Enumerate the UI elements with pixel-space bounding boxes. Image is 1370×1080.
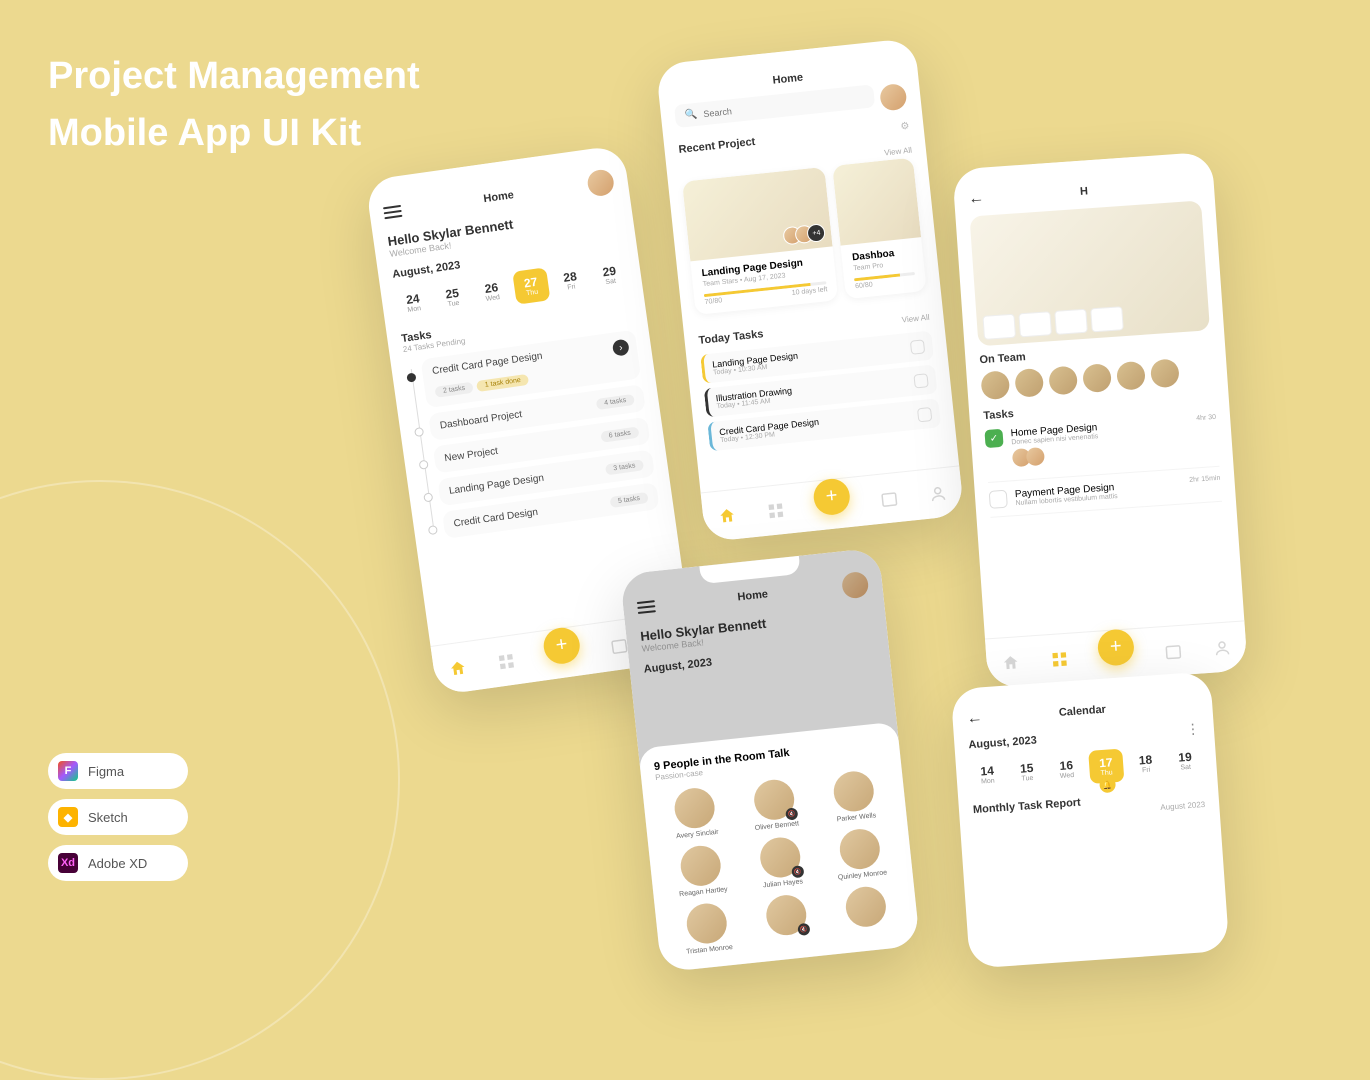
home-icon[interactable]: [1001, 653, 1020, 672]
team-avatar[interactable]: [1048, 366, 1078, 396]
page-title: Home: [483, 189, 515, 205]
fab-add-button[interactable]: +: [1097, 628, 1135, 666]
bottom-nav: +: [701, 465, 965, 542]
checkbox[interactable]: [910, 339, 925, 354]
team-avatar[interactable]: [1082, 363, 1112, 393]
page-title: H: [1080, 185, 1089, 198]
date-cell[interactable]: 18Fri: [1128, 746, 1164, 781]
team-avatar[interactable]: [1116, 361, 1146, 391]
date-cell[interactable]: 24Mon: [394, 284, 432, 321]
thumbnail[interactable]: [1054, 309, 1088, 335]
checkbox[interactable]: [913, 373, 928, 388]
legend-sketch: ◆ Sketch: [48, 799, 188, 835]
profile-icon[interactable]: [1212, 638, 1231, 657]
today-section-title: Today Tasks: [698, 328, 764, 347]
fab-add-button[interactable]: +: [541, 625, 582, 666]
month-label: August, 2023: [968, 734, 1037, 751]
phone-project-detail: ← H On Team Tasks ✓ Home Page Desig: [952, 152, 1248, 689]
checkbox[interactable]: [917, 407, 932, 422]
calendar-icon[interactable]: [1164, 641, 1183, 660]
mute-icon: 🔇: [791, 865, 804, 878]
person-tile[interactable]: Avery Sinclair: [657, 784, 734, 841]
date-cell[interactable]: 25Tue: [434, 278, 472, 315]
project-image: [833, 158, 922, 246]
search-icon: 🔍: [685, 109, 699, 121]
mute-icon: 🔇: [797, 923, 810, 936]
task-duration: 2hr 15min: [1189, 475, 1221, 484]
project-card[interactable]: Dashboa Team Pro 60/80: [833, 158, 927, 300]
room-talk-sheet: 9 People in the Room Talk Passion-case A…: [638, 722, 920, 973]
project-card[interactable]: +4 Landing Page Design Team Stars • Aug …: [682, 167, 839, 315]
mute-icon: 🔇: [785, 807, 798, 820]
figma-icon: F: [58, 761, 78, 781]
grid-icon[interactable]: [766, 500, 786, 520]
task-duration: 4hr 30: [1196, 414, 1216, 422]
person-tile[interactable]: Tristan Monroe: [669, 900, 746, 957]
person-tile[interactable]: Parker Wells: [816, 768, 893, 825]
date-cell[interactable]: 17Thu🔔: [1088, 749, 1124, 784]
project-image: +4: [682, 167, 833, 262]
fab-add-button[interactable]: +: [812, 477, 852, 517]
hamburger-menu-icon[interactable]: [383, 205, 402, 219]
home-icon[interactable]: [448, 658, 468, 678]
adobexd-icon: Xd: [58, 853, 78, 873]
date-cell[interactable]: 15Tue: [1009, 754, 1045, 789]
back-arrow-icon[interactable]: ←: [966, 709, 983, 728]
thumbnail[interactable]: [1018, 311, 1052, 337]
project-hero-image: [969, 200, 1210, 346]
view-all-link[interactable]: View All: [901, 312, 930, 324]
date-cell[interactable]: 19Sat: [1167, 743, 1203, 778]
person-tile[interactable]: 🔇: [748, 891, 825, 948]
team-avatar[interactable]: [980, 370, 1010, 400]
thumbnail[interactable]: [982, 314, 1016, 340]
person-tile[interactable]: 🔇Julian Hayes: [742, 834, 819, 891]
person-tile[interactable]: [828, 883, 905, 940]
person-tile[interactable]: 🔇Oliver Bennett: [736, 776, 813, 833]
team-avatar[interactable]: [1014, 368, 1044, 398]
date-cell[interactable]: 27Thu: [512, 267, 550, 304]
grid-icon[interactable]: [1050, 649, 1069, 668]
phone-projects: Home 🔍 Recent Project ⚙ View All +4: [656, 38, 965, 543]
back-arrow-icon[interactable]: ←: [968, 190, 985, 209]
legend-figma: F Figma: [48, 753, 188, 789]
person-tile[interactable]: Quinley Monroe: [822, 825, 899, 882]
more-icon[interactable]: ⋮: [1185, 720, 1200, 738]
person-tile[interactable]: Reagan Hartley: [663, 842, 740, 899]
avatar[interactable]: [879, 82, 908, 111]
date-cell[interactable]: 26Wed: [473, 273, 511, 310]
recent-section-title: Recent Project: [678, 136, 756, 156]
sketch-icon: ◆: [58, 807, 78, 827]
phone-calendar: ← Calendar August, 2023 ⋮ 14Mon15Tue16We…: [951, 671, 1230, 968]
avatar[interactable]: [586, 168, 615, 197]
profile-icon[interactable]: [928, 483, 948, 503]
search-input[interactable]: [703, 92, 865, 119]
team-avatar[interactable]: [1150, 358, 1180, 388]
page-title: Calendar: [1058, 704, 1106, 719]
legend-xd: Xd Adobe XD: [48, 845, 188, 881]
phone-room-talk: Home Hello Skylar Bennett Welcome Back! …: [620, 548, 920, 973]
marketing-title: Project Management Mobile App UI Kit: [48, 48, 420, 162]
date-cell[interactable]: 16Wed: [1049, 751, 1085, 786]
date-cell[interactable]: 28Fri: [552, 262, 590, 299]
grid-icon[interactable]: [496, 651, 516, 671]
check-done-icon[interactable]: ✓: [984, 429, 1003, 448]
tool-legend: F Figma ◆ Sketch Xd Adobe XD: [48, 753, 188, 881]
date-cell[interactable]: 29Sat: [591, 256, 629, 293]
check-empty-icon[interactable]: [989, 490, 1008, 509]
view-all-link[interactable]: View All: [884, 146, 913, 158]
filter-icon[interactable]: ⚙: [900, 120, 910, 132]
bell-icon: 🔔: [1099, 776, 1116, 793]
calendar-icon[interactable]: [880, 488, 900, 508]
date-cell[interactable]: 14Mon: [969, 757, 1005, 792]
thumbnail[interactable]: [1090, 306, 1124, 332]
home-icon[interactable]: [717, 505, 737, 525]
